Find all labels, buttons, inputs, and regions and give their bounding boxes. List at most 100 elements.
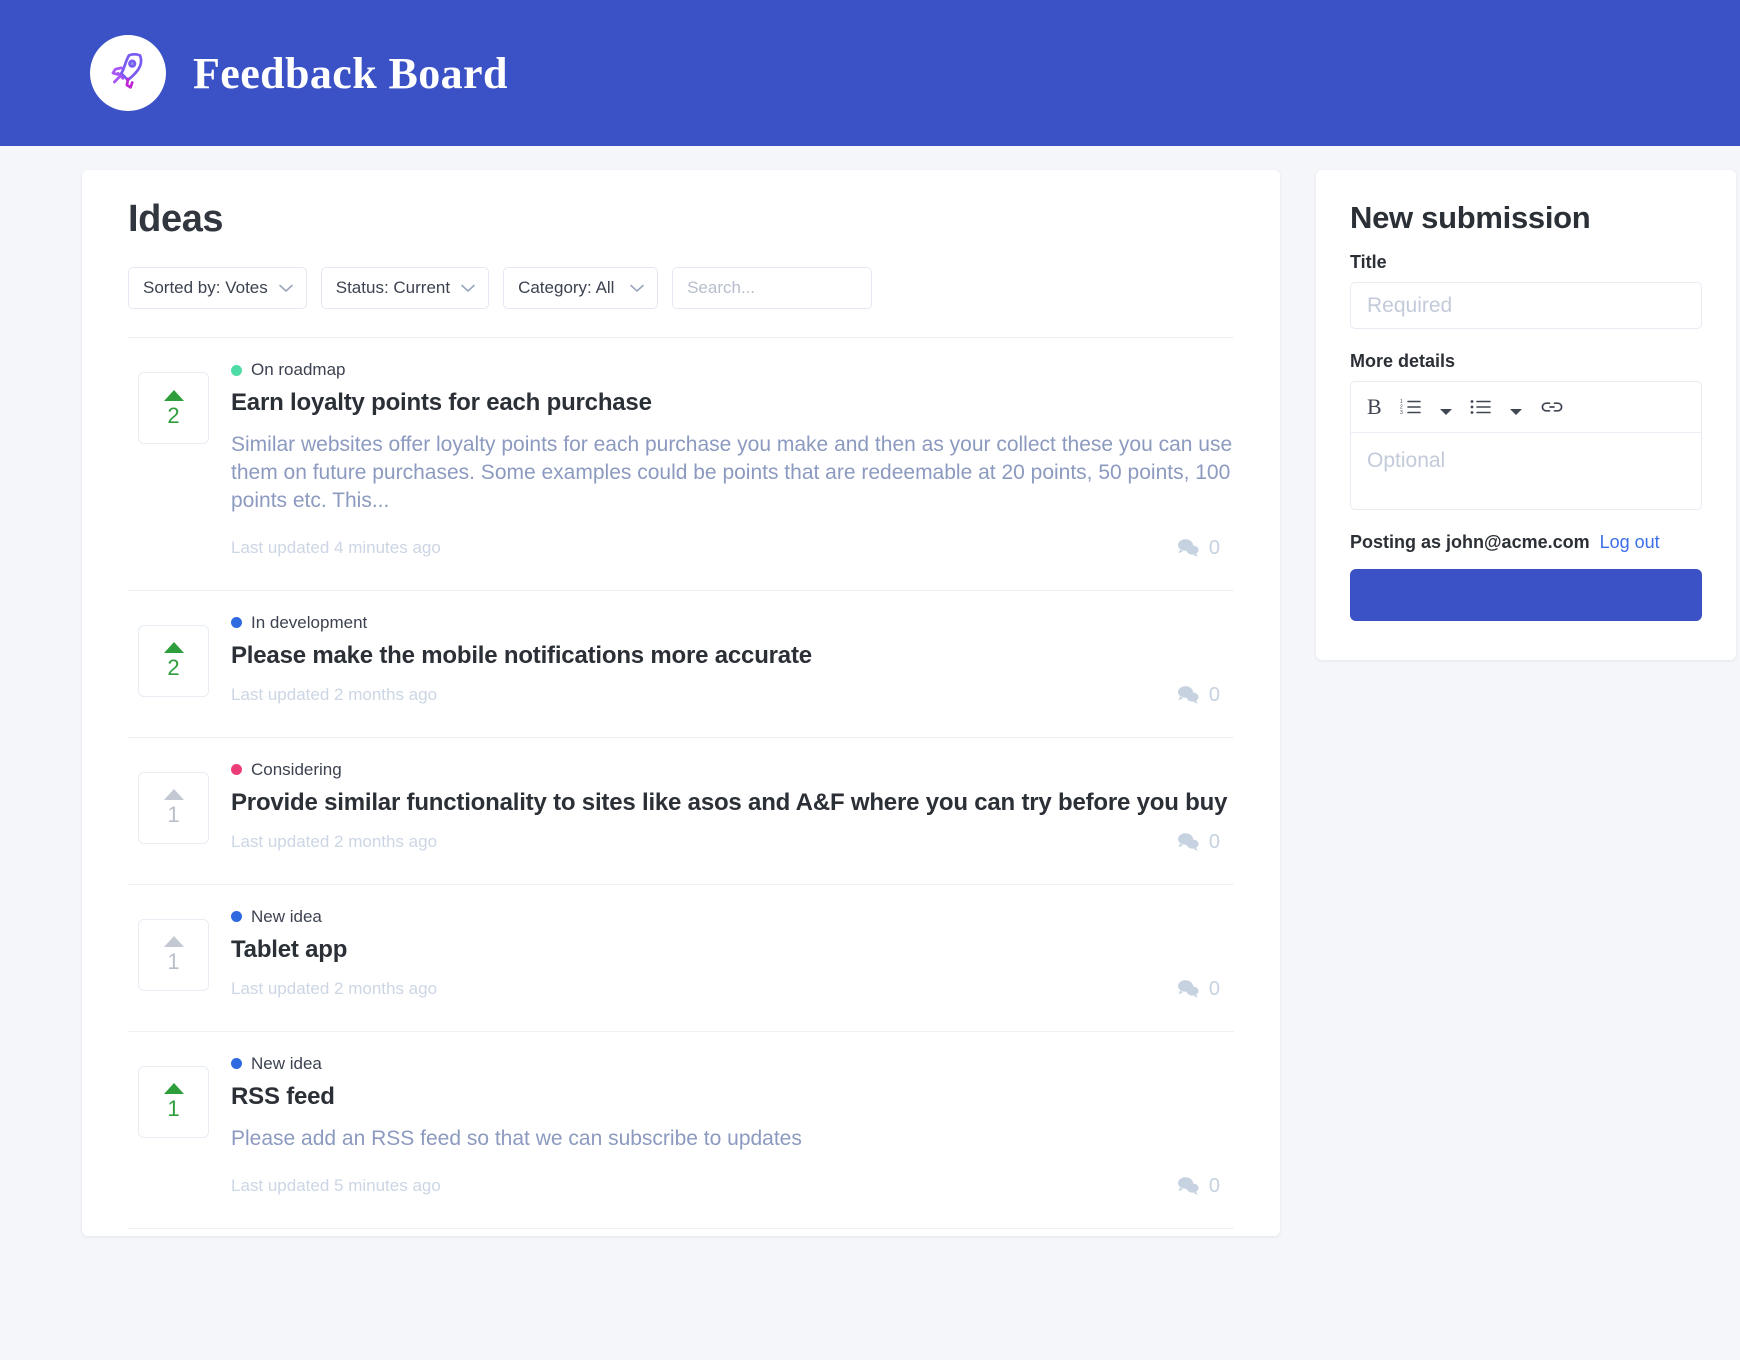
comment-count[interactable]: 0 xyxy=(1175,831,1220,854)
status-label: New idea xyxy=(251,1053,322,1073)
status-dot-icon xyxy=(231,1058,242,1070)
rocket-icon xyxy=(106,49,150,98)
status-badge: New idea xyxy=(231,1054,1234,1074)
comment-count[interactable]: 0 xyxy=(1175,978,1220,1001)
chevron-down-icon[interactable] xyxy=(1439,403,1452,415)
app-logo xyxy=(90,35,166,111)
chevron-down-icon xyxy=(278,283,294,293)
comment-icon xyxy=(1175,684,1201,706)
app-title: Feedback Board xyxy=(193,48,508,98)
upvote-arrow-icon xyxy=(163,789,184,801)
comment-icon xyxy=(1175,831,1201,853)
category-select[interactable]: Category: All xyxy=(503,267,659,309)
vote-button[interactable]: 1 xyxy=(138,1065,209,1138)
idea-footer: Last updated 5 minutes ago 0 xyxy=(231,1175,1234,1198)
idea-row[interactable]: 2 In development Please make the mobile … xyxy=(128,589,1234,737)
idea-footer: Last updated 2 months ago 0 xyxy=(231,831,1234,854)
svg-text:3: 3 xyxy=(1400,410,1403,416)
page-body: Ideas Sorted by: Votes Status: Current C… xyxy=(0,146,1740,1236)
status-dot-icon xyxy=(231,364,242,376)
upvote-arrow-icon xyxy=(163,642,184,654)
posting-as-text: Posting as john@acme.com xyxy=(1350,532,1590,552)
page-title: Ideas xyxy=(128,198,224,240)
category-select-label: Category: All xyxy=(518,278,615,297)
sort-select-label: Sorted by: Votes xyxy=(143,278,268,297)
details-placeholder: Optional xyxy=(1367,449,1446,472)
title-input[interactable]: Required xyxy=(1350,282,1702,329)
vote-button[interactable]: 1 xyxy=(138,771,209,844)
status-dot-icon xyxy=(231,617,242,629)
comment-count-value: 0 xyxy=(1208,977,1220,1000)
idea-row[interactable]: 1 New idea RSS feed Please add an RSS fe… xyxy=(128,1030,1234,1228)
comment-count-value: 0 xyxy=(1208,830,1220,853)
status-badge: In development xyxy=(231,613,1234,633)
upvote-arrow-icon xyxy=(163,389,184,401)
chevron-down-icon[interactable] xyxy=(1509,403,1522,415)
posting-as: Posting as john@acme.com Log out xyxy=(1350,532,1702,553)
comment-count[interactable]: 0 xyxy=(1175,1175,1220,1198)
logout-link[interactable]: Log out xyxy=(1600,532,1660,553)
comment-count[interactable]: 0 xyxy=(1175,537,1220,560)
idea-title[interactable]: Provide similar functionality to sites l… xyxy=(231,789,1234,817)
status-badge: On roadmap xyxy=(231,360,1234,380)
comment-icon xyxy=(1175,537,1201,559)
status-badge: New idea xyxy=(231,907,1234,927)
upvote-arrow-icon xyxy=(163,936,184,948)
search-input[interactable]: Search... xyxy=(672,267,873,309)
comment-count-value: 0 xyxy=(1208,1174,1220,1197)
comment-icon xyxy=(1175,1175,1201,1197)
status-label: Considering xyxy=(251,759,342,779)
last-updated: Last updated 2 months ago xyxy=(231,832,438,852)
upvote-arrow-icon xyxy=(163,1083,184,1095)
comment-count[interactable]: 0 xyxy=(1175,684,1220,707)
idea-footer: Last updated 2 months ago 0 xyxy=(231,978,1234,1001)
comment-icon xyxy=(1175,978,1201,1000)
vote-count: 2 xyxy=(167,655,180,681)
link-icon[interactable] xyxy=(1540,399,1564,415)
last-updated: Last updated 2 months ago xyxy=(231,685,438,705)
idea-description: Please add an RSS feed so that we can su… xyxy=(231,1126,802,1150)
status-dot-icon xyxy=(231,764,242,776)
comment-count-value: 0 xyxy=(1208,536,1220,559)
status-badge: Considering xyxy=(231,760,1234,780)
status-label: New idea xyxy=(251,906,322,926)
bold-icon[interactable]: B xyxy=(1367,394,1382,420)
idea-row[interactable]: 1 Considering Provide similar functional… xyxy=(128,736,1234,884)
vote-button[interactable]: 2 xyxy=(138,624,209,697)
status-dot-icon xyxy=(231,911,242,923)
new-submission-panel: New submission Title Required More detai… xyxy=(1316,170,1736,660)
chevron-down-icon xyxy=(629,283,645,293)
idea-title[interactable]: Please make the mobile notifications mor… xyxy=(231,642,1234,670)
status-label: On roadmap xyxy=(251,360,346,379)
last-updated: Last updated 2 months ago xyxy=(231,979,438,999)
last-updated: Last updated 5 minutes ago xyxy=(231,1176,441,1196)
idea-footer: Last updated 4 minutes ago 0 xyxy=(231,537,1234,560)
search-placeholder: Search... xyxy=(687,278,756,297)
vote-count: 1 xyxy=(167,802,180,828)
vote-button[interactable]: 1 xyxy=(138,918,209,991)
bullet-list-icon[interactable] xyxy=(1470,398,1492,416)
submit-button[interactable] xyxy=(1350,569,1702,621)
app-header: Feedback Board xyxy=(0,0,1740,146)
last-updated: Last updated 4 minutes ago xyxy=(231,538,441,558)
ideas-panel: Ideas Sorted by: Votes Status: Current C… xyxy=(82,170,1280,1236)
vote-count: 1 xyxy=(167,949,180,975)
idea-title[interactable]: Earn loyalty points for each purchase xyxy=(231,389,1234,417)
idea-description: Similar websites offer loyalty points fo… xyxy=(231,433,1233,512)
sort-select[interactable]: Sorted by: Votes xyxy=(128,267,307,309)
status-label: In development xyxy=(251,612,368,632)
idea-title[interactable]: Tablet app xyxy=(231,936,1234,964)
idea-row[interactable]: 1 New idea Tablet app Last updated 2 mon… xyxy=(128,883,1234,1031)
idea-title[interactable]: RSS feed xyxy=(231,1083,1234,1111)
status-select[interactable]: Status: Current xyxy=(320,267,490,309)
vote-count: 2 xyxy=(167,402,180,428)
details-editor: B 1 2 3 Optional xyxy=(1350,381,1702,510)
details-textarea[interactable]: Optional xyxy=(1351,433,1701,509)
idea-row[interactable]: 2 On roadmap Earn loyalty points for eac… xyxy=(128,337,1234,590)
ordered-list-icon[interactable]: 1 2 3 xyxy=(1400,398,1422,416)
chevron-down-icon xyxy=(460,283,476,293)
status-select-label: Status: Current xyxy=(335,278,451,297)
editor-toolbar: B 1 2 3 xyxy=(1351,382,1701,433)
details-field-label: More details xyxy=(1350,351,1456,371)
vote-button[interactable]: 2 xyxy=(138,372,209,444)
